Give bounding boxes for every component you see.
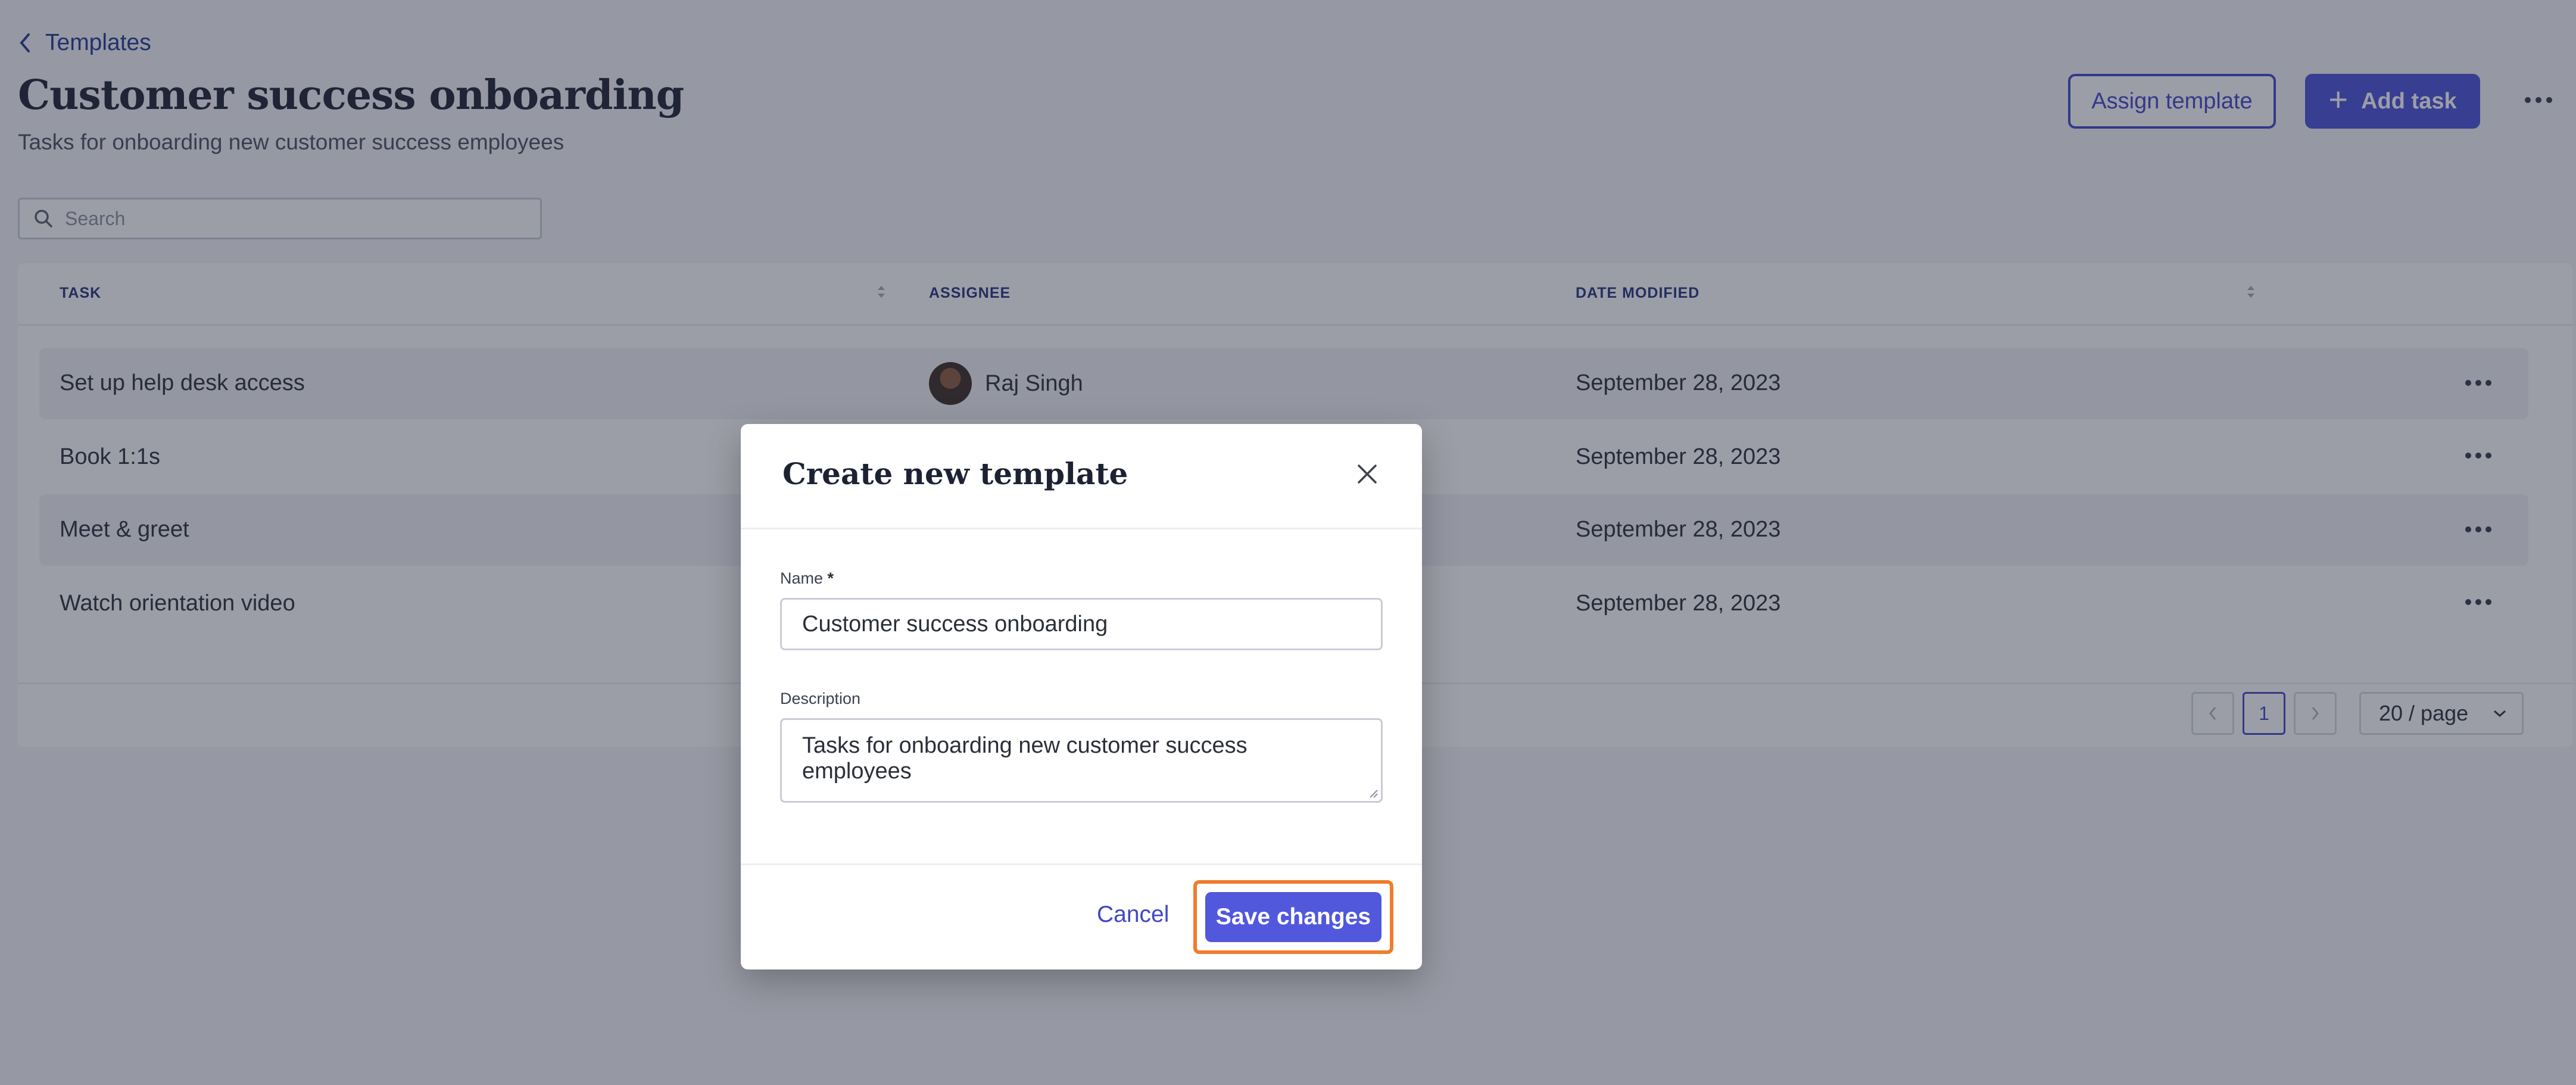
name-field-value: Customer success onboarding	[802, 611, 1108, 637]
required-mark: *	[827, 569, 834, 587]
dialog-title: Create new template	[782, 456, 1128, 491]
save-button-highlight: Save changes	[1193, 880, 1393, 954]
save-changes-label: Save changes	[1215, 904, 1371, 930]
description-field[interactable]: Tasks for onboarding new customer succes…	[780, 718, 1383, 803]
save-changes-button[interactable]: Save changes	[1205, 892, 1381, 942]
description-label: Description	[780, 690, 861, 707]
name-label: Name *	[780, 569, 834, 588]
name-field[interactable]: Customer success onboarding	[780, 598, 1383, 650]
cancel-button[interactable]: Cancel	[1097, 902, 1169, 928]
dialog-header-divider	[741, 528, 1422, 529]
close-icon[interactable]	[1354, 461, 1380, 487]
name-label-text: Name	[780, 569, 824, 587]
description-field-value: Tasks for onboarding new customer succes…	[802, 733, 1248, 784]
resize-handle-icon[interactable]	[1368, 788, 1379, 799]
create-template-dialog: Create new template Name * Customer succ…	[741, 424, 1422, 969]
dialog-footer-divider	[741, 863, 1422, 865]
